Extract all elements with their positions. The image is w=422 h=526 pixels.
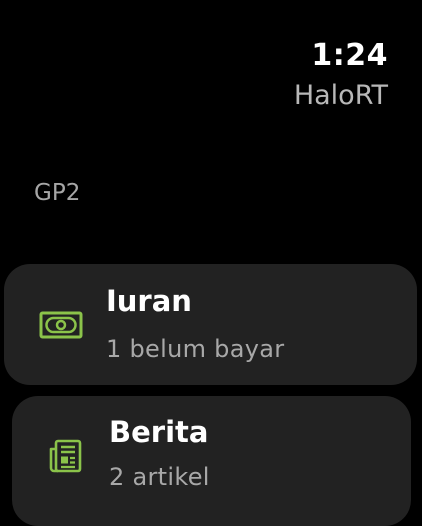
money-bill-icon (38, 309, 84, 341)
iuran-subtitle: 1 belum bayar (106, 335, 285, 363)
berita-title: Berita (109, 415, 209, 449)
section-label: GP2 (34, 180, 81, 206)
newspaper-icon (45, 436, 85, 476)
app-title: HaloRT (293, 80, 388, 111)
berita-subtitle: 2 artikel (109, 463, 210, 491)
clock-time: 1:24 (311, 38, 388, 73)
status-bar: 1:24 HaloRT (294, 38, 388, 112)
iuran-title: Iuran (106, 284, 192, 318)
iuran-card[interactable]: Iuran 1 belum bayar (4, 264, 417, 385)
berita-card[interactable]: Berita 2 artikel (12, 396, 411, 526)
